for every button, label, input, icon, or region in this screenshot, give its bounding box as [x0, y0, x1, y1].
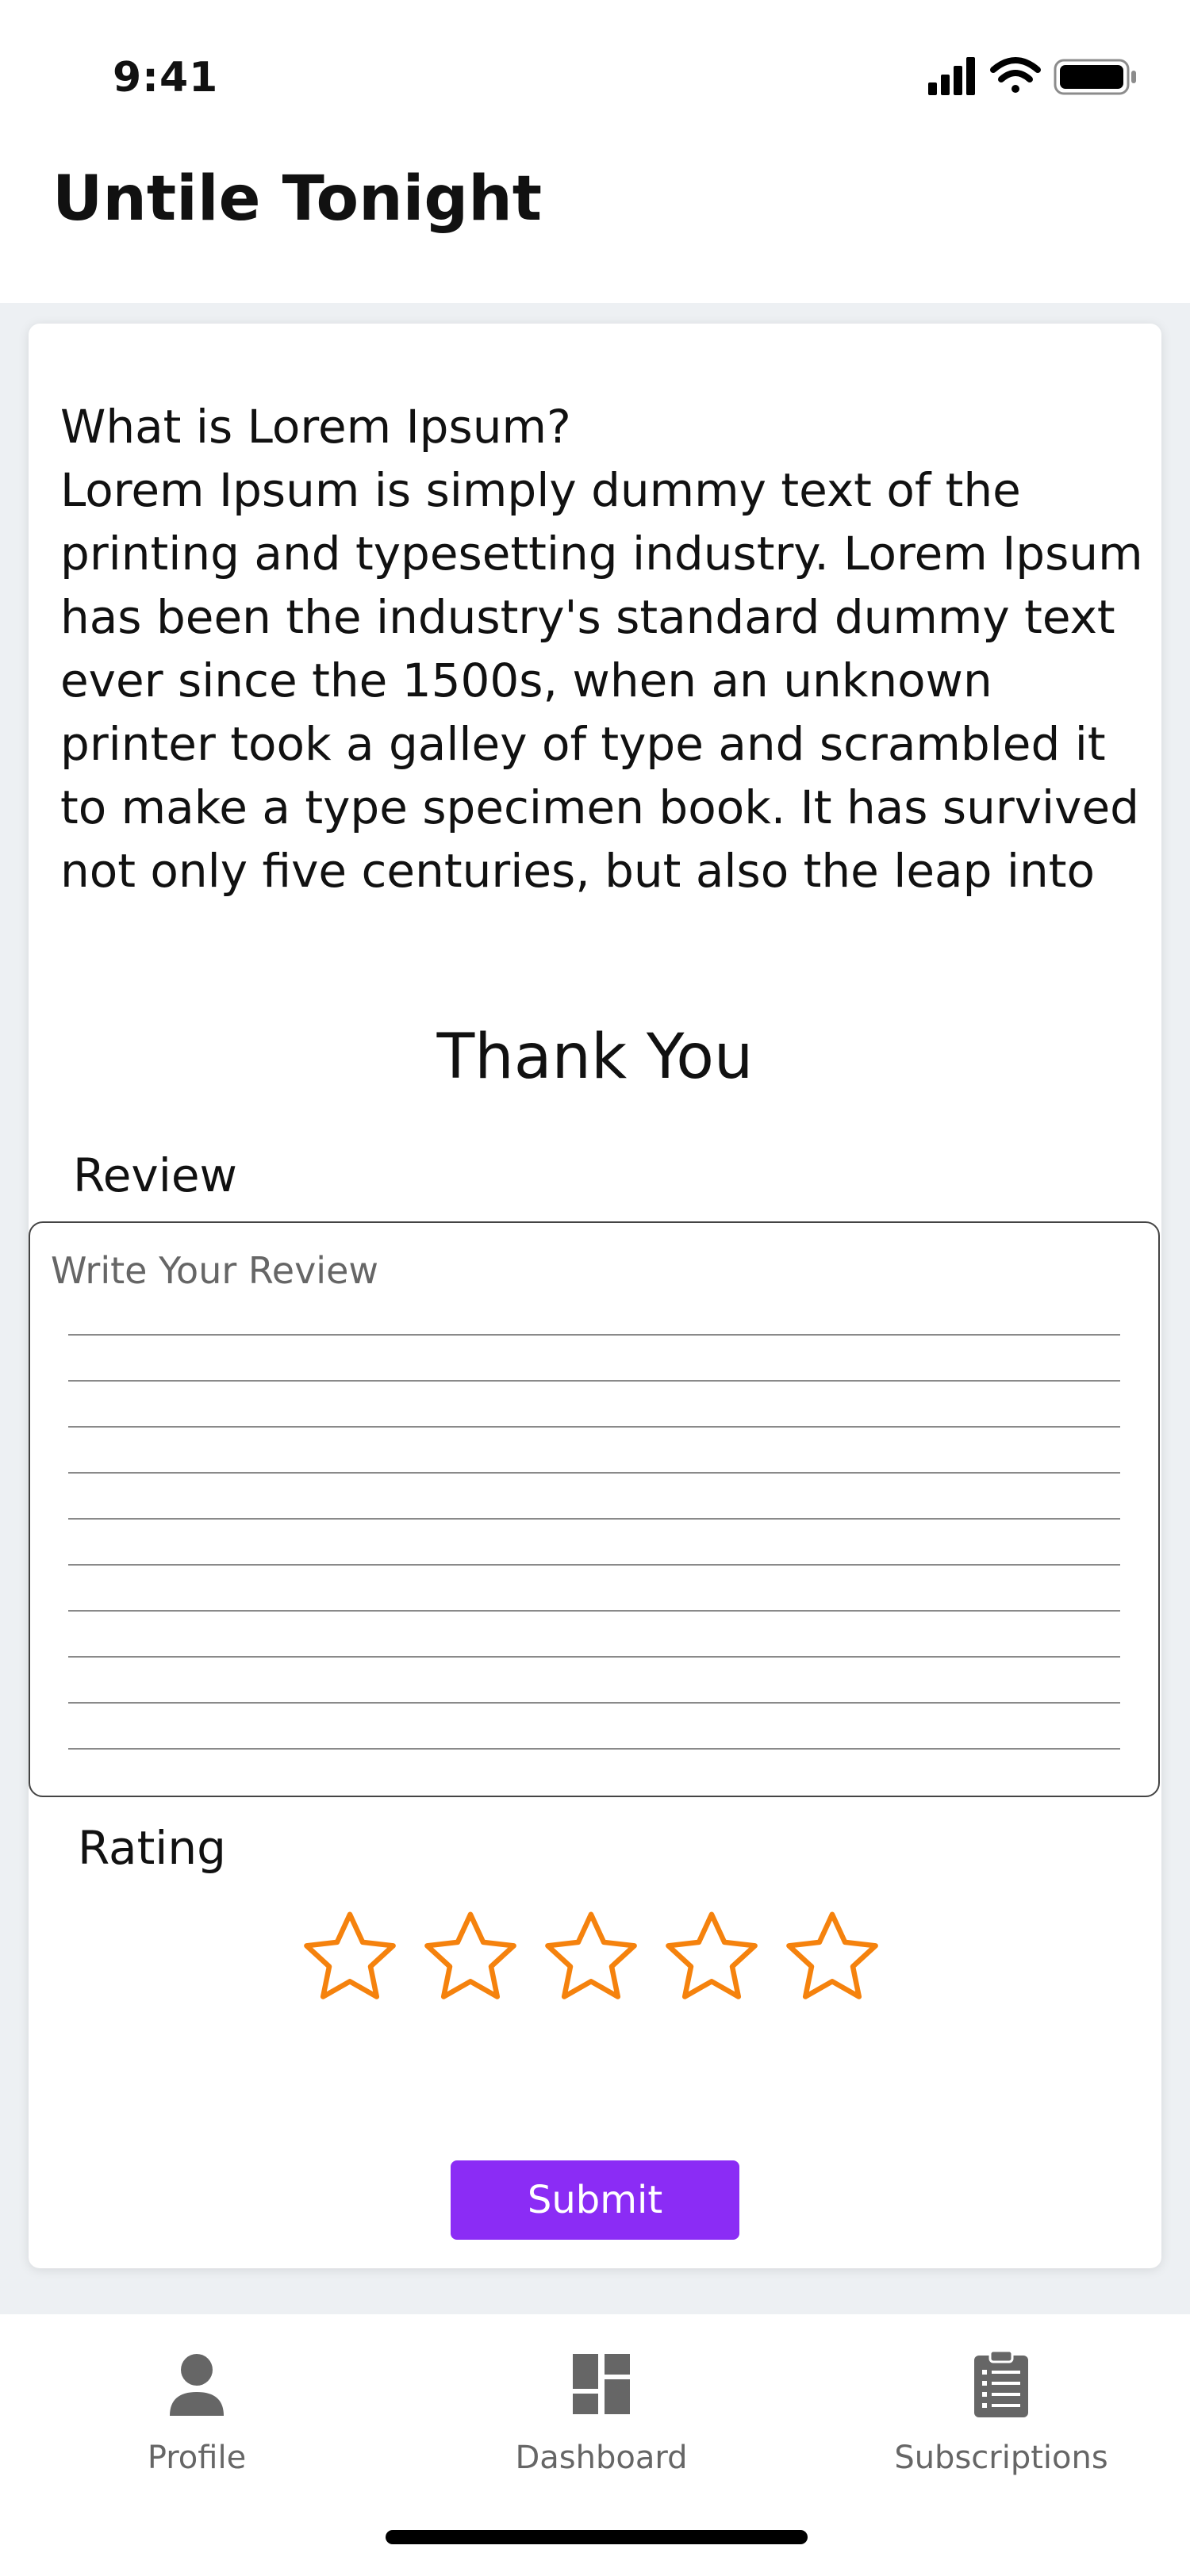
home-indicator [386, 2530, 808, 2544]
star-icon-2[interactable] [419, 1908, 522, 2011]
star-icon-1[interactable] [298, 1908, 401, 2011]
rule-line [68, 1472, 1120, 1474]
bottom-nav: Profile Dashboard Subscriptions [0, 2314, 1190, 2576]
rule-line [68, 1380, 1120, 1382]
review-label: Review [73, 1148, 237, 1202]
rule-line [68, 1426, 1120, 1428]
page-title: Untile Tonight [52, 163, 543, 235]
nav-label-dashboard: Dashboard [515, 2440, 688, 2476]
nav-label-profile: Profile [147, 2440, 247, 2476]
rule-line [68, 1564, 1120, 1566]
signal-icon [928, 57, 975, 95]
nav-item-dashboard[interactable]: Dashboard [482, 2346, 720, 2476]
nav-label-subscriptions: Subscriptions [894, 2440, 1108, 2476]
thank-you-heading: Thank You [436, 1022, 754, 1093]
nav-item-profile[interactable]: Profile [78, 2346, 316, 2476]
battery-icon [1054, 59, 1136, 95]
review-input[interactable] [51, 1239, 1130, 1302]
submit-button[interactable]: Submit [451, 2160, 739, 2240]
rule-line [68, 1748, 1120, 1750]
wifi-icon [990, 57, 1041, 93]
rule-line [68, 1702, 1120, 1704]
dashboard-icon [573, 2354, 630, 2414]
star-icon-4[interactable] [660, 1908, 763, 2011]
star-icon-5[interactable] [781, 1908, 884, 2011]
nav-item-subscriptions[interactable]: Subscriptions [882, 2346, 1120, 2476]
status-icons [928, 57, 1136, 95]
rule-line [68, 1610, 1120, 1612]
rule-line [68, 1334, 1120, 1336]
star-icon-3[interactable] [539, 1908, 643, 2011]
status-time: 9:41 [113, 54, 219, 102]
rule-line [68, 1656, 1120, 1658]
person-icon [170, 2354, 224, 2416]
status-bar: 9:41 [0, 0, 1190, 151]
header: Untile Tonight [0, 151, 1190, 303]
clipboard-list-icon [974, 2349, 1028, 2417]
rating-label: Rating [78, 1821, 226, 1875]
rule-line [68, 1518, 1120, 1520]
review-textarea[interactable] [29, 1221, 1160, 1797]
article-text: What is Lorem Ipsum? Lorem Ipsum is simp… [60, 400, 1143, 898]
star-rating[interactable] [298, 1908, 901, 2011]
content-card: What is Lorem Ipsum? Lorem Ipsum is simp… [29, 324, 1161, 2268]
